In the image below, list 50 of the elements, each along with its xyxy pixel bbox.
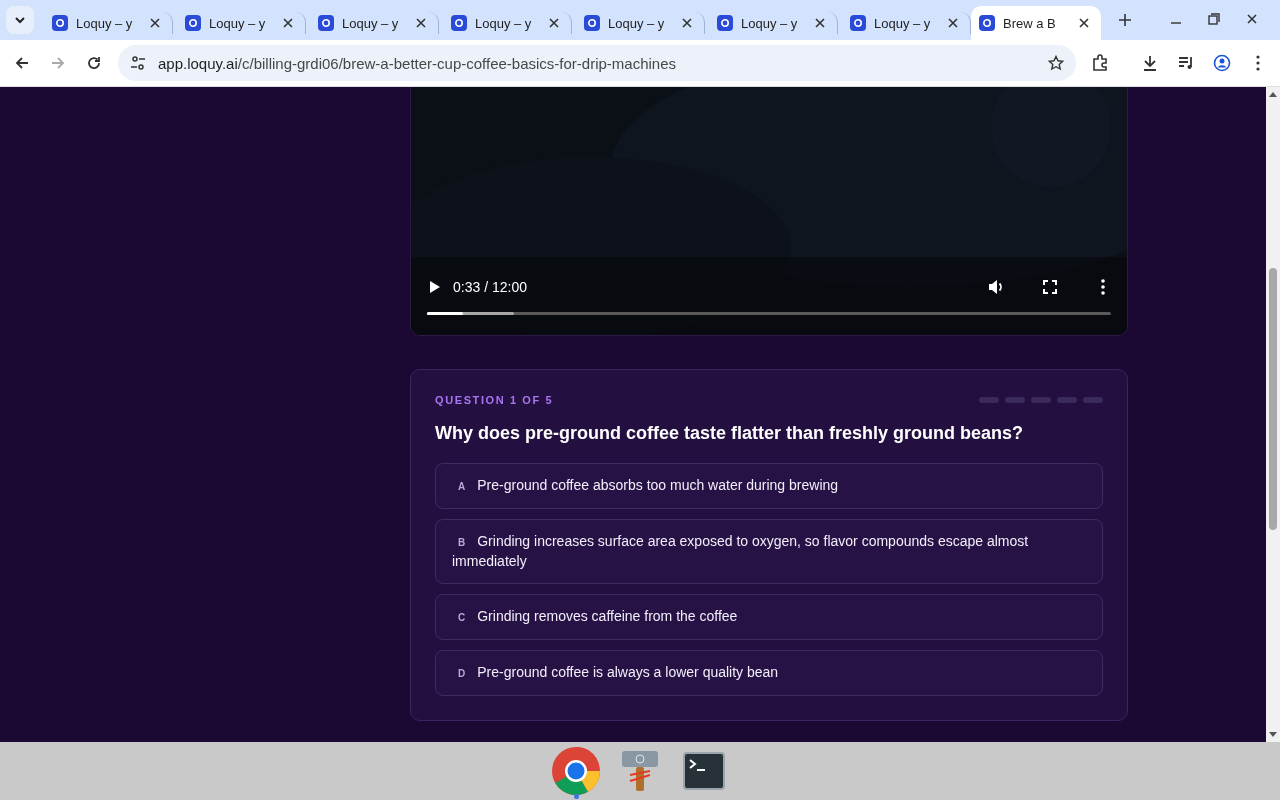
- question-text: Why does pre-ground coffee taste flatter than freshly ground beans?: [435, 423, 1025, 444]
- scroll-up-icon[interactable]: [1269, 91, 1277, 97]
- answer-option[interactable]: B Grinding increases surface area exposed to oxygen, so flavor compounds escape almost immediately: [435, 519, 1103, 584]
- caret-icon: [14, 14, 26, 26]
- scrollbar-thumb[interactable]: [1269, 268, 1277, 530]
- app-icon: [850, 15, 866, 31]
- app-icon: [979, 15, 995, 31]
- tab-search-button[interactable]: [6, 6, 34, 34]
- play-icon[interactable]: [427, 280, 441, 294]
- terminal-icon[interactable]: [683, 752, 725, 790]
- question-counter: QUESTION 1 OF 5: [435, 394, 554, 406]
- answer-option[interactable]: C Grinding removes caffeine from the coffee: [435, 594, 1103, 640]
- more-icon[interactable]: [1101, 279, 1105, 295]
- browser-tab[interactable]: Loquy – y: [572, 12, 705, 34]
- scrollbar[interactable]: [1266, 87, 1280, 742]
- address-bar[interactable]: app.loquy.ai/c/billing-grdi06/brew-a-better-cup-coffee-basics-for-drip-machines: [118, 45, 1076, 81]
- video-time: 0:33 / 12:00: [453, 279, 527, 295]
- chrome-icon[interactable]: [552, 747, 600, 795]
- app-icon: [584, 15, 600, 31]
- video-player[interactable]: 0:33 / 12:00: [410, 87, 1128, 336]
- close-icon[interactable]: [680, 16, 694, 30]
- volume-icon[interactable]: [987, 278, 1005, 296]
- answer-option[interactable]: D Pre-ground coffee is always a lower quality bean: [435, 650, 1103, 696]
- browser-tab[interactable]: Loquy – y: [439, 12, 572, 34]
- app-icon: [451, 15, 467, 31]
- site-settings-icon[interactable]: [130, 55, 146, 71]
- browser-tab[interactable]: Loquy – y: [838, 12, 971, 34]
- answer-option[interactable]: A Pre-ground coffee absorbs too much water during brewing: [435, 463, 1103, 509]
- fullscreen-icon[interactable]: [1043, 280, 1057, 294]
- close-icon[interactable]: [547, 16, 561, 30]
- close-icon[interactable]: [813, 16, 827, 30]
- scroll-down-icon[interactable]: [1269, 732, 1277, 738]
- app-icon: [717, 15, 733, 31]
- hammer-icon[interactable]: [620, 749, 660, 793]
- star-icon[interactable]: [1048, 55, 1064, 71]
- seek-bar[interactable]: [427, 312, 1111, 315]
- close-icon[interactable]: [1077, 16, 1091, 30]
- close-icon[interactable]: [281, 16, 295, 30]
- browser-tab[interactable]: Loquy – y: [705, 12, 838, 34]
- app-icon: [52, 15, 68, 31]
- close-icon[interactable]: [148, 16, 162, 30]
- close-icon[interactable]: [414, 16, 428, 30]
- plus-icon: [1118, 13, 1132, 27]
- close-icon[interactable]: [946, 16, 960, 30]
- browser-tab[interactable]: Loquy – y: [306, 12, 439, 34]
- app-icon: [185, 15, 201, 31]
- browser-tab[interactable]: Loquy – y: [40, 12, 173, 34]
- browser-tab[interactable]: Brew a B: [971, 6, 1101, 40]
- app-icon: [318, 15, 334, 31]
- browser-tab[interactable]: Loquy – y: [173, 12, 306, 34]
